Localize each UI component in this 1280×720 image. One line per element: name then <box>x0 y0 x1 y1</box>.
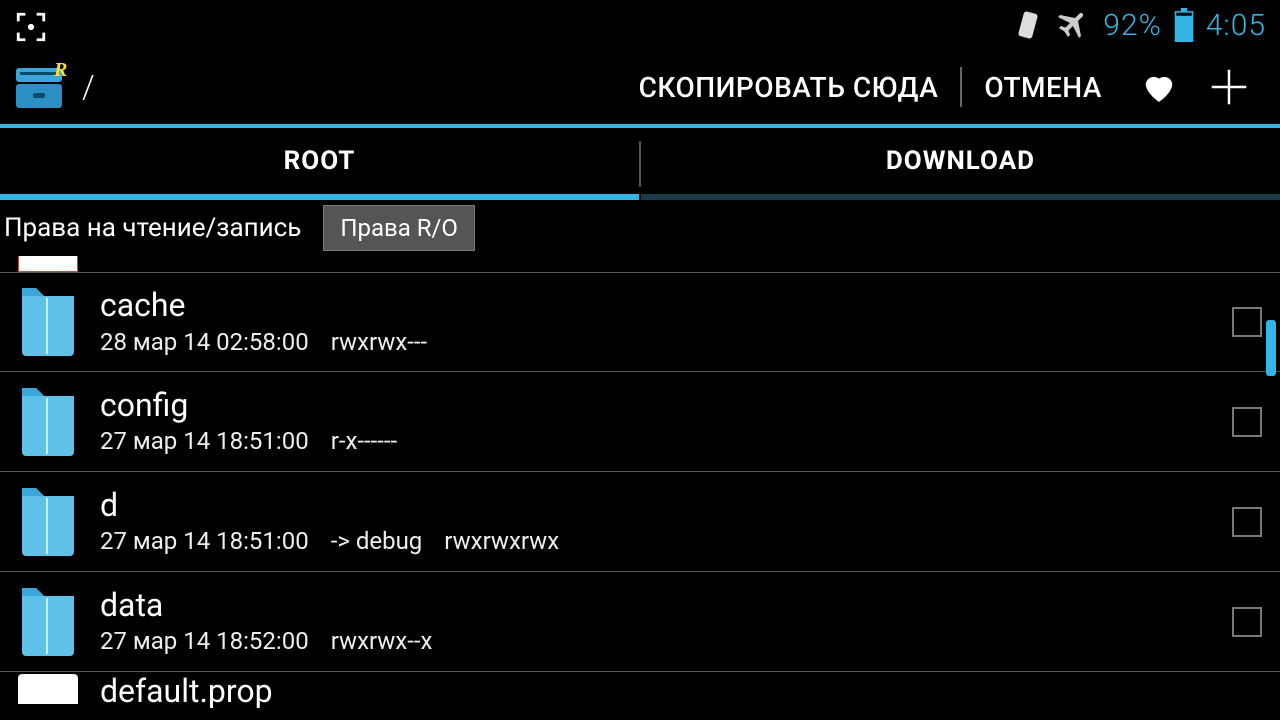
folder-icon <box>18 484 78 560</box>
action-bar: R / СКОПИРОВАТЬ СЮДА ОТМЕНА <box>0 50 1280 128</box>
file-date: 27 мар 14 18:51:00 <box>100 427 309 455</box>
tab-download[interactable]: DOWNLOAD <box>641 128 1280 200</box>
file-name: config <box>100 388 1232 423</box>
mount-status-label: Права на чтение/запись <box>4 213 301 243</box>
file-permissions: rwxrwx--x <box>331 627 433 655</box>
focus-frame-icon <box>14 10 48 44</box>
file-name: data <box>100 588 1232 623</box>
select-checkbox[interactable] <box>1232 607 1262 637</box>
select-checkbox[interactable] <box>1232 507 1262 537</box>
file-name: cache <box>100 288 1232 323</box>
heart-icon <box>1139 67 1179 107</box>
select-checkbox[interactable] <box>1232 307 1262 337</box>
tab-root[interactable]: ROOT <box>0 128 639 200</box>
file-date: 27 мар 14 18:51:00 <box>100 527 309 555</box>
mount-bar: Права на чтение/запись Права R/O <box>0 200 1280 256</box>
list-item[interactable]: config 27 мар 14 18:51:00 r-x------ <box>0 372 1280 472</box>
vibrate-icon <box>1011 8 1045 42</box>
file-name: d <box>100 488 1232 523</box>
clock: 4:05 <box>1206 8 1266 43</box>
airplane-mode-icon <box>1057 8 1091 42</box>
list-item[interactable]: d 27 мар 14 18:51:00 -> debug rwxrwxrwx <box>0 472 1280 572</box>
file-permissions: rwxrwxrwx <box>444 527 559 555</box>
select-checkbox[interactable] <box>1232 407 1262 437</box>
file-icon <box>18 674 78 704</box>
app-icon[interactable]: R <box>10 58 68 116</box>
list-item[interactable]: data 27 мар 14 18:52:00 rwxrwx--x <box>0 572 1280 672</box>
battery-percent: 92% <box>1103 8 1161 43</box>
file-symlink-target: -> debug <box>331 527 423 555</box>
scrollbar-thumb[interactable] <box>1266 320 1276 376</box>
svg-text:R: R <box>53 59 67 81</box>
file-name: default.prop <box>100 674 1262 708</box>
favorite-button[interactable] <box>1124 57 1194 117</box>
folder-icon <box>18 384 78 460</box>
file-permissions: rwxrwx--- <box>331 328 427 356</box>
file-date: 28 мар 14 02:58:00 <box>100 328 309 356</box>
status-bar: 92% 4:05 <box>0 0 1280 50</box>
list-item[interactable]: cache 28 мар 14 02:58:00 rwxrwx--- <box>0 272 1280 372</box>
file-date: 27 мар 14 18:52:00 <box>100 627 309 655</box>
file-list[interactable]: cache 28 мар 14 02:58:00 rwxrwx--- confi… <box>0 272 1280 708</box>
list-item[interactable]: default.prop <box>0 672 1280 708</box>
tab-bar: ROOT DOWNLOAD <box>0 128 1280 200</box>
battery-icon <box>1174 8 1194 42</box>
add-button[interactable] <box>1194 57 1264 117</box>
file-permissions: r-x------ <box>331 427 397 455</box>
plus-icon <box>1206 64 1252 110</box>
folder-icon <box>18 284 78 360</box>
current-path[interactable]: / <box>82 68 95 106</box>
folder-icon <box>18 584 78 660</box>
mount-toggle-button[interactable]: Права R/O <box>323 205 475 251</box>
copy-here-button[interactable]: СКОПИРОВАТЬ СЮДА <box>617 63 961 112</box>
partial-previous-row <box>18 256 78 272</box>
cancel-button[interactable]: ОТМЕНА <box>962 63 1124 112</box>
